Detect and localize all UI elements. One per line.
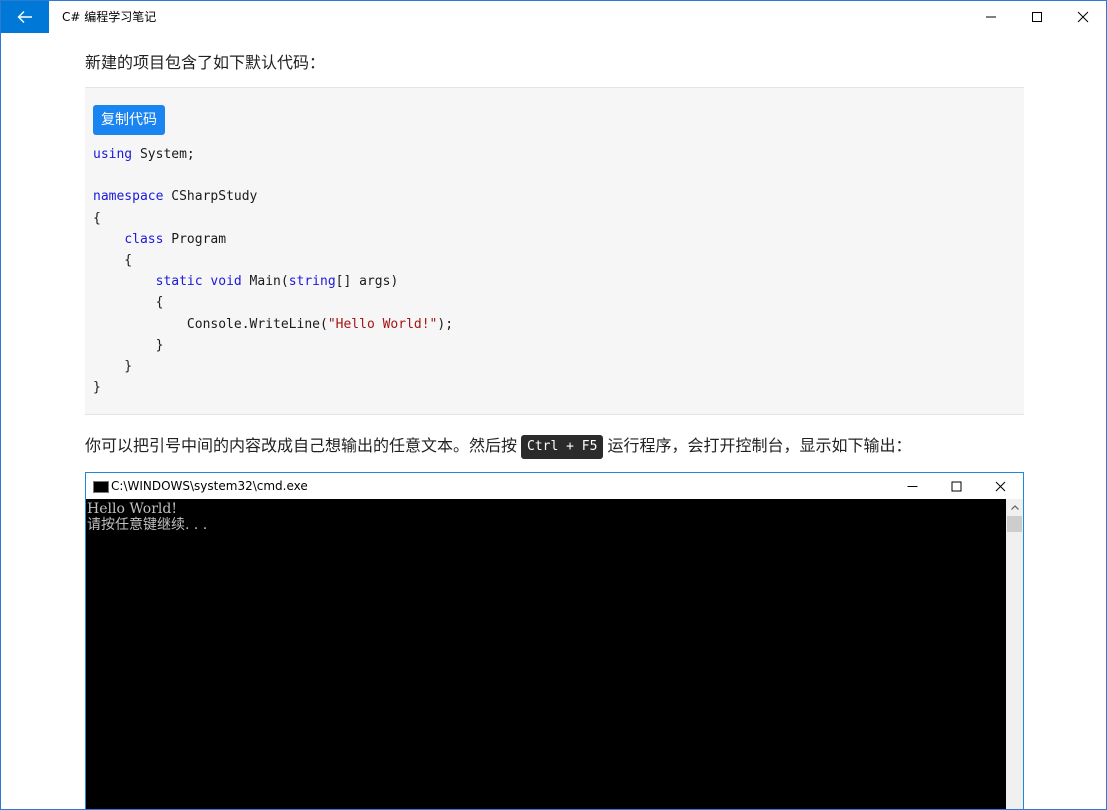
code-line: { [93,253,133,269]
intro-text: 新建的项目包含了如下默认代码： [85,53,326,72]
minimize-icon [986,16,996,18]
title-bar: C# 编程学习笔记 [1,1,1106,33]
code-keyword: namespace [93,189,164,205]
console-line: 请按任意键继续. . . [87,517,208,533]
code-token: ); [437,316,454,332]
console-close-button[interactable] [978,473,1022,499]
code-line: { [93,210,101,226]
code-token: Console.WriteLine( [93,316,328,332]
code-line: } [93,359,133,375]
console-title-bar: C:\WINDOWS\system32\cmd.exe [86,473,1023,499]
code-token: Program [163,231,227,247]
minimize-button[interactable] [968,1,1014,33]
code-keyword: string [288,274,336,290]
code-keyword: using [93,147,133,162]
code-string: "Hello World!" [327,316,438,332]
console-output: Hello World! 请按任意键继续. . . [86,499,1006,809]
arrow-left-icon [17,11,32,23]
code-line: { [93,295,164,311]
close-icon [995,481,1005,491]
console-icon [93,481,109,493]
chevron-up-icon [1010,505,1019,510]
app-title: C# 编程学习笔记 [62,10,157,24]
back-button[interactable] [1,1,49,33]
maximize-icon [951,481,961,491]
console-window: C:\WINDOWS\system32\cmd.exe Hello World!… [85,472,1024,809]
close-icon [1077,11,1089,23]
instruction-text: 你可以把引号中间的内容改成自己想输出的任意文本。然后按 Ctrl + F5 运行程序… [85,432,911,460]
code-token: CSharpStudy [163,189,258,205]
maximize-icon [1032,12,1042,22]
console-maximize-button[interactable] [934,473,978,499]
shortcut-badge: Ctrl + F5 [521,434,604,459]
instruction-before: 你可以把引号中间的内容改成自己想输出的任意文本。然后按 [85,436,518,455]
code-keyword: class [124,231,164,247]
code-keyword: void [210,274,242,290]
code-line: } [93,337,164,353]
code-block: 复制代码 using System; namespace CSharpStudy… [85,87,1024,415]
code-text: using System; namespace CSharpStudy { cl… [93,144,453,398]
instruction-after: 运行程序，会打开控制台，显示如下输出： [607,436,912,455]
copy-code-button[interactable]: 复制代码 [93,105,165,135]
code-token: System; [132,147,195,162]
code-token: [] args) [335,274,399,290]
console-line: Hello World! [87,501,177,517]
code-keyword: static [155,274,203,290]
minimize-icon [907,485,917,487]
code-line: } [93,380,101,396]
scroll-up-button[interactable] [1006,499,1023,516]
console-title: C:\WINDOWS\system32\cmd.exe [111,479,308,493]
close-button[interactable] [1060,1,1106,33]
code-token: Main( [241,274,289,290]
scroll-thumb[interactable] [1007,516,1022,532]
maximize-button[interactable] [1014,1,1060,33]
console-scrollbar[interactable] [1006,499,1023,809]
app-window: C# 编程学习笔记 新建的项目包含了如下默认代码： 复制代码 using Sys… [0,0,1107,810]
console-minimize-button[interactable] [890,473,934,499]
